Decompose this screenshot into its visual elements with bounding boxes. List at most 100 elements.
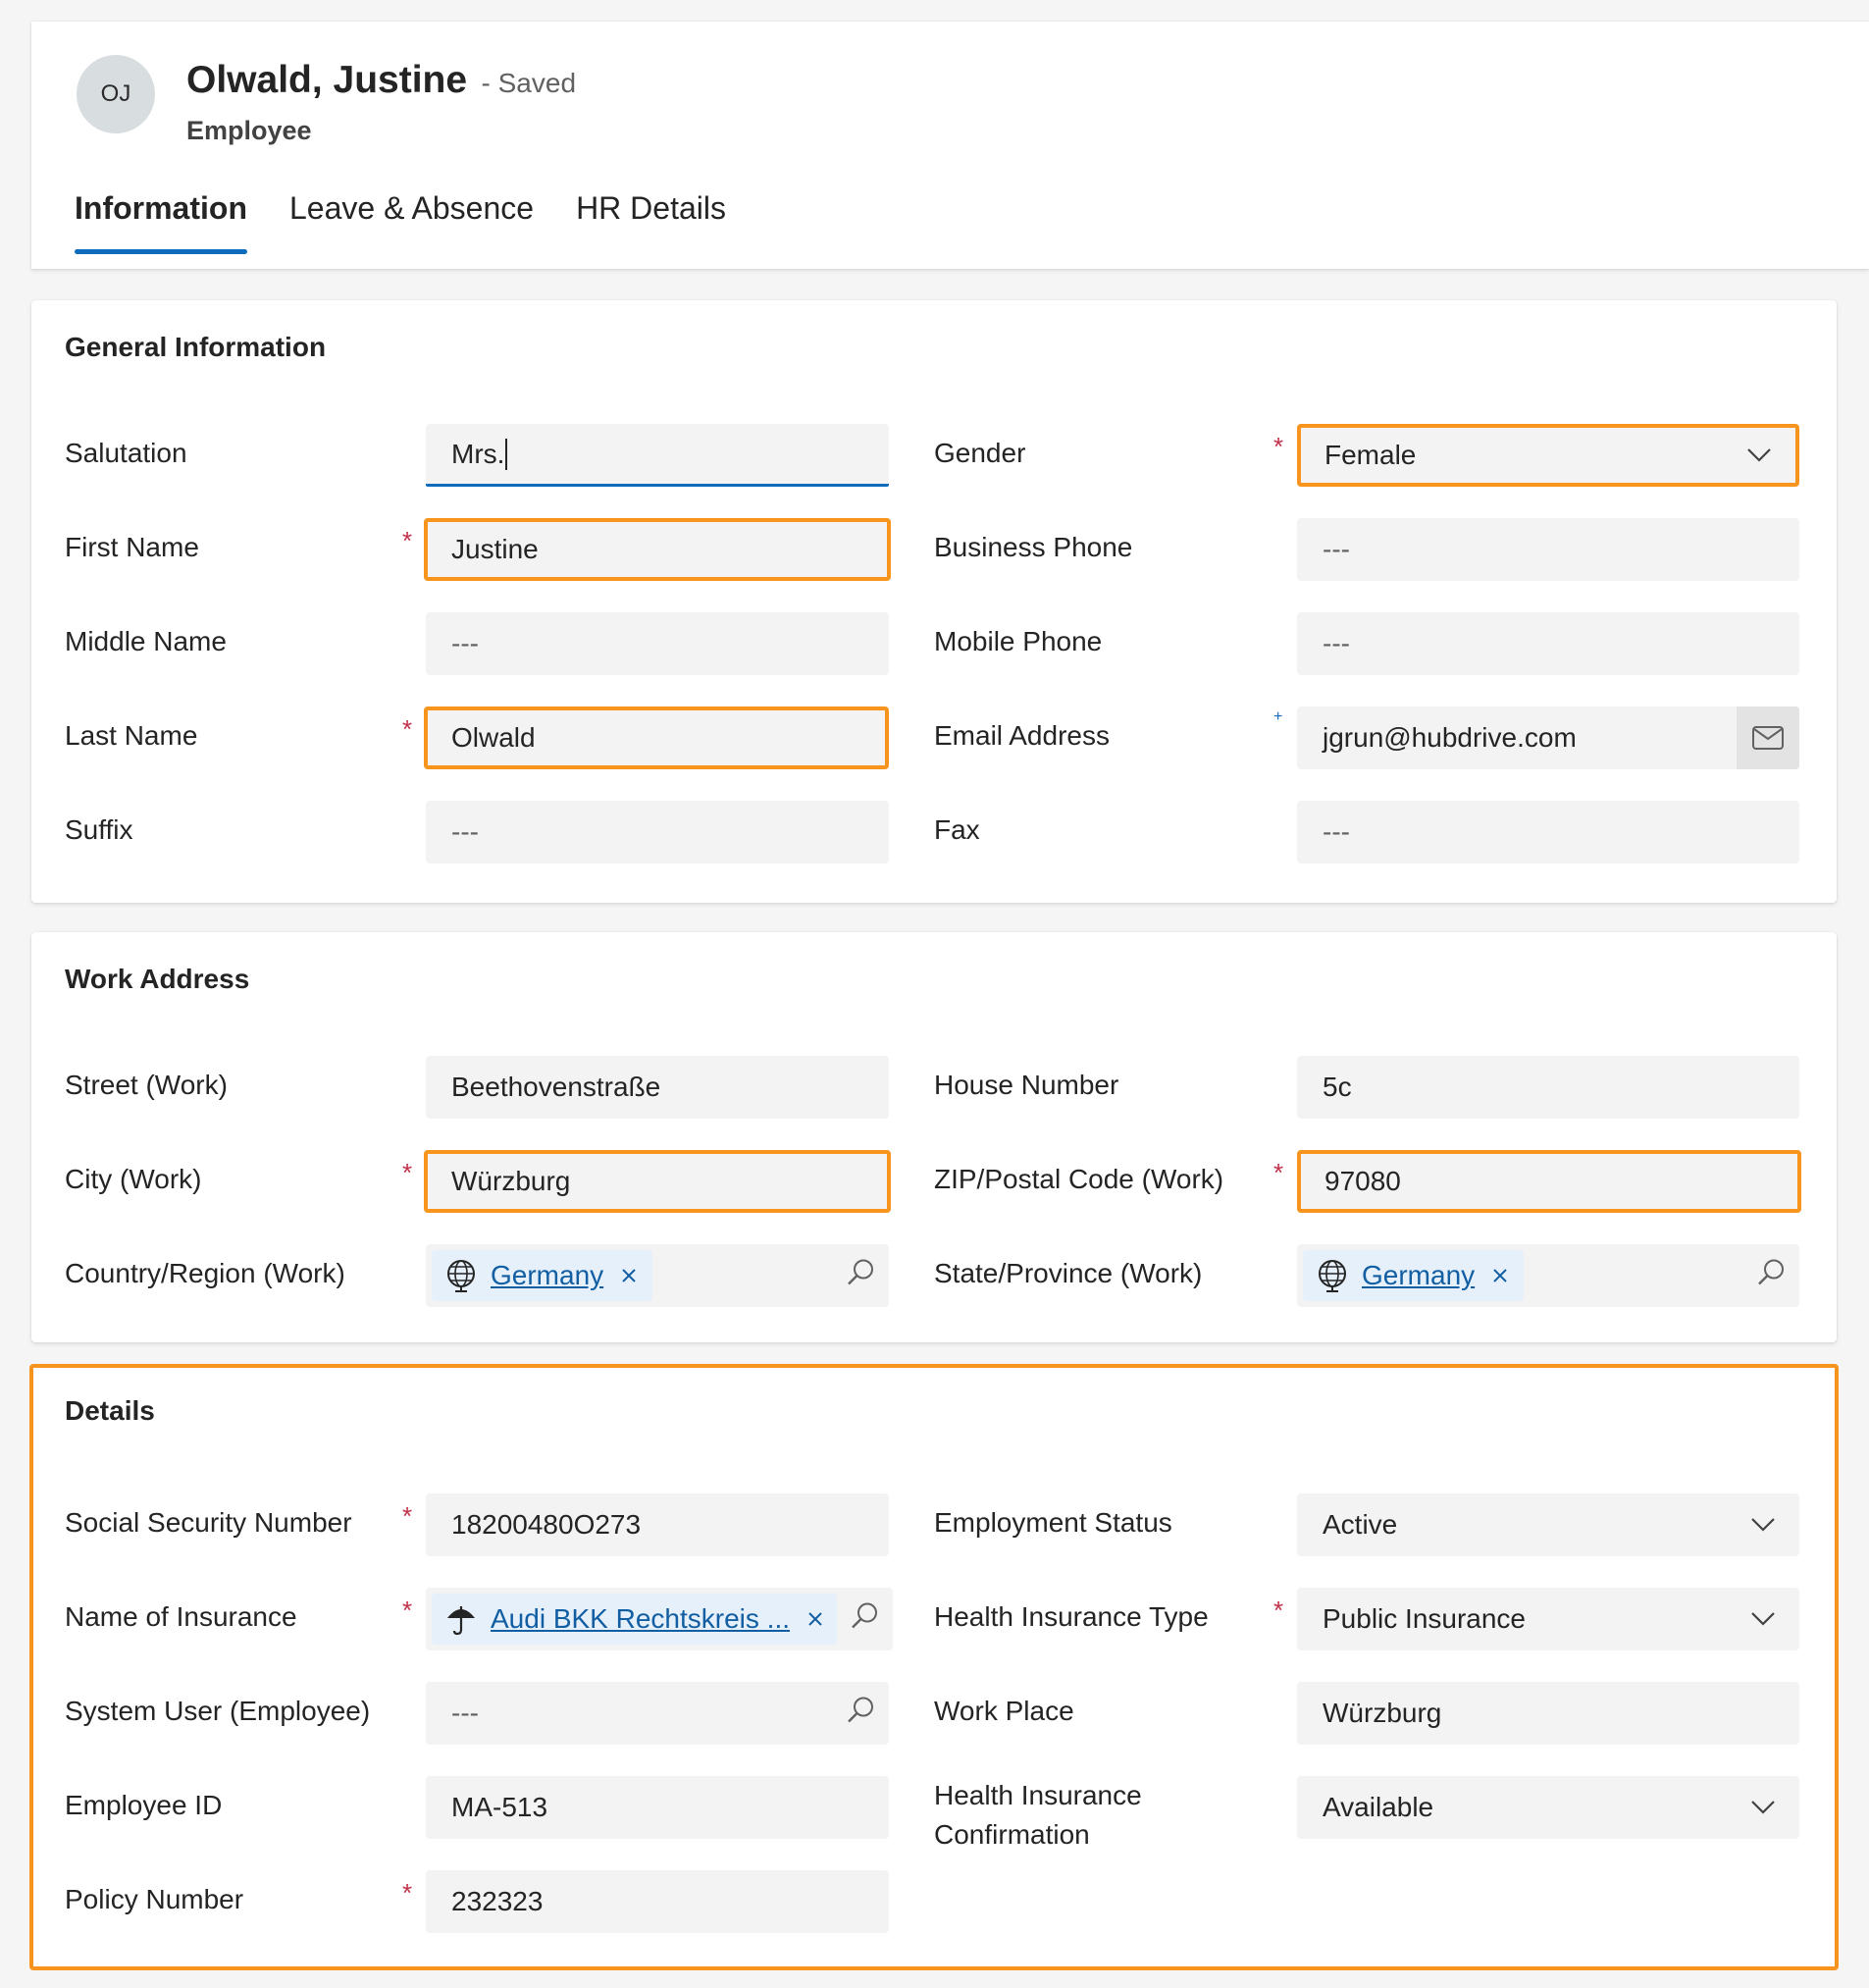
required-icon: * (1273, 1158, 1284, 1187)
search-button[interactable] (846, 1258, 875, 1294)
suffix-label: Suffix (65, 814, 133, 845)
email-value: jgrun@hubdrive.com (1323, 722, 1577, 753)
search-icon (848, 1259, 873, 1285)
last-name-value: Olwald (451, 722, 536, 753)
health-insurance-type-label: Health Insurance Type (934, 1601, 1209, 1632)
general-information-section: General Information Salutation Mrs. Gend… (31, 300, 1837, 903)
state-lookup[interactable]: Germany (1297, 1244, 1799, 1307)
last-name-label: Last Name (65, 720, 198, 751)
tab-information[interactable]: Information (75, 190, 247, 254)
state-link[interactable]: Germany (1362, 1260, 1475, 1291)
mail-icon (1752, 726, 1784, 750)
gender-value: Female (1324, 440, 1417, 470)
house-number-input[interactable]: 5c (1297, 1056, 1799, 1119)
fax-input[interactable]: --- (1297, 801, 1799, 863)
ssn-label: Social Security Number (65, 1507, 352, 1538)
gender-select[interactable]: Female (1297, 424, 1799, 487)
search-button[interactable] (850, 1601, 879, 1638)
row: Policy Number * 232323 (33, 1870, 1835, 1933)
chevron-down-icon (1751, 1612, 1775, 1626)
row: Country/Region (Work) Germany State/Prov… (31, 1244, 1837, 1307)
required-icon: * (402, 1596, 413, 1625)
row: Suffix --- Fax --- (31, 801, 1837, 863)
employment-status-select[interactable]: Active (1297, 1493, 1799, 1556)
first-name-label: First Name (65, 532, 199, 562)
salutation-input[interactable]: Mrs. (426, 424, 889, 487)
save-status: - Saved (481, 68, 577, 98)
city-input[interactable]: Würzburg (424, 1150, 891, 1213)
zip-input[interactable]: 97080 (1297, 1150, 1801, 1213)
street-input[interactable]: Beethovenstraße (426, 1056, 889, 1119)
system-user-label: System User (Employee) (65, 1696, 371, 1726)
suffix-input[interactable]: --- (426, 801, 889, 863)
work-place-value: Würzburg (1323, 1698, 1442, 1728)
insurance-lookup[interactable]: Audi BKK Rechtskreis ... (426, 1588, 893, 1650)
remove-country-button[interactable] (621, 1268, 637, 1283)
section-title: Work Address (65, 964, 250, 994)
section-title: General Information (65, 332, 327, 362)
employee-id-label: Employee ID (65, 1790, 223, 1820)
globe-icon (447, 1260, 475, 1292)
salutation-label: Salutation (65, 438, 187, 468)
umbrella-icon (447, 1606, 475, 1636)
middle-name-value: --- (451, 628, 479, 658)
row: Street (Work) Beethovenstraße House Numb… (31, 1056, 1837, 1119)
ssn-value: 18200480O273 (451, 1509, 642, 1540)
street-value: Beethovenstraße (451, 1072, 661, 1102)
search-button[interactable] (1756, 1258, 1786, 1294)
insurance-link[interactable]: Audi BKK Rechtskreis ... (491, 1603, 790, 1635)
business-phone-label: Business Phone (934, 532, 1133, 562)
first-name-input[interactable]: Justine (424, 518, 891, 581)
tab-hr-details[interactable]: HR Details (576, 190, 726, 254)
chevron-down-icon (1751, 1518, 1775, 1532)
insurance-tag: Audi BKK Rechtskreis ... (432, 1594, 838, 1645)
remove-insurance-button[interactable] (807, 1611, 823, 1627)
employment-status-value: Active (1323, 1509, 1398, 1540)
state-label: State/Province (Work) (934, 1258, 1203, 1288)
label-line: Confirmation (934, 1819, 1090, 1850)
email-input[interactable]: jgrun@hubdrive.com (1297, 706, 1799, 769)
employment-status-label: Employment Status (934, 1507, 1172, 1538)
policy-number-input[interactable]: 232323 (426, 1870, 889, 1933)
health-insurance-confirmation-select[interactable]: Available (1297, 1776, 1799, 1839)
health-insurance-type-value: Public Insurance (1323, 1603, 1527, 1634)
city-label: City (Work) (65, 1164, 202, 1194)
work-place-input[interactable]: Würzburg (1297, 1682, 1799, 1745)
required-icon: * (402, 1878, 413, 1908)
close-icon (808, 1612, 822, 1626)
email-label: Email Address (934, 720, 1110, 751)
chevron-down-icon (1747, 448, 1771, 462)
last-name-input[interactable]: Olwald (424, 706, 889, 769)
row: Middle Name --- Mobile Phone --- (31, 612, 1837, 675)
state-tag: Germany (1303, 1250, 1525, 1301)
fax-label: Fax (934, 814, 980, 845)
business-phone-value: --- (1323, 534, 1350, 564)
middle-name-input[interactable]: --- (426, 612, 889, 675)
send-email-button[interactable] (1737, 706, 1799, 769)
health-insurance-type-select[interactable]: Public Insurance (1297, 1588, 1799, 1650)
required-icon: * (402, 1501, 413, 1531)
policy-number-value: 232323 (451, 1886, 544, 1916)
remove-state-button[interactable] (1492, 1268, 1508, 1283)
zip-value: 97080 (1324, 1166, 1401, 1196)
country-lookup[interactable]: Germany (426, 1244, 889, 1307)
row: Social Security Number * 18200480O273 Em… (33, 1493, 1835, 1556)
tab-list: Information Leave & Absence HR Details (75, 190, 768, 254)
employee-id-input[interactable]: MA-513 (426, 1776, 889, 1839)
search-button[interactable] (846, 1696, 875, 1732)
house-number-value: 5c (1323, 1072, 1352, 1102)
first-name-value: Justine (451, 534, 539, 564)
country-link[interactable]: Germany (491, 1260, 603, 1291)
title-row: Olwald, Justine - Saved (186, 59, 576, 102)
health-insurance-confirmation-value: Available (1323, 1792, 1434, 1822)
chevron-down-icon (1751, 1801, 1775, 1814)
salutation-value: Mrs. (451, 438, 505, 469)
row: Last Name * Olwald Email Address + jgrun… (31, 706, 1837, 769)
record-title: Olwald, Justine (186, 59, 468, 101)
ssn-input[interactable]: 18200480O273 (426, 1493, 889, 1556)
system-user-lookup[interactable]: --- (426, 1682, 889, 1745)
business-phone-input[interactable]: --- (1297, 518, 1799, 581)
street-label: Street (Work) (65, 1070, 228, 1100)
mobile-phone-input[interactable]: --- (1297, 612, 1799, 675)
tab-leave-absence[interactable]: Leave & Absence (289, 190, 534, 254)
